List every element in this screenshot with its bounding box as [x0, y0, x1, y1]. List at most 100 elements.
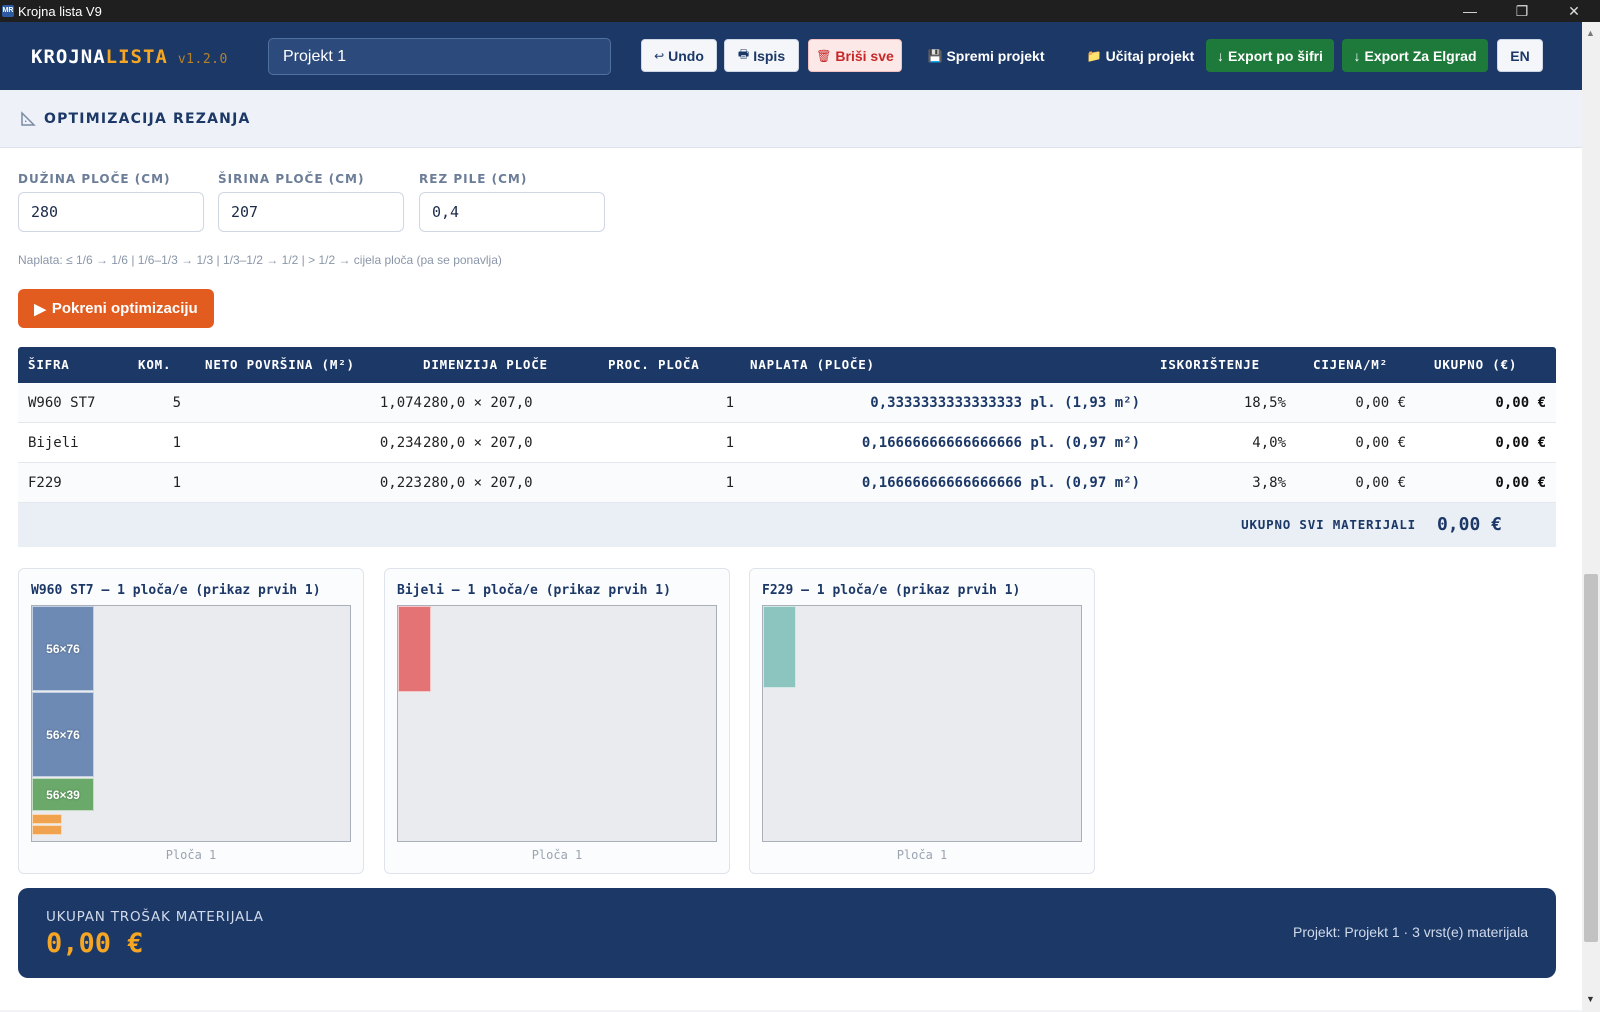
window-titlebar: MR Krojna lista V9 — ❐ ✕ — [0, 0, 1600, 22]
maximize-icon[interactable]: ❐ — [1496, 3, 1548, 20]
plate-label: Ploča 1 — [531, 848, 583, 862]
grand-total-label: UKUPNO SVI MATERIJALI — [1241, 517, 1416, 532]
cutting-layout-card: W960 ST7 — 1 ploča/e (prikaz prvih 1) 56… — [18, 568, 364, 874]
close-icon[interactable]: ✕ — [1548, 3, 1600, 20]
cell-utilization: 3,8% — [1252, 475, 1286, 491]
export-elgrad-label: Export Za Elgrad — [1364, 47, 1477, 64]
window-title: Krojna lista V9 — [18, 3, 102, 19]
export-elgrad-button[interactable]: ↓ Export Za Elgrad — [1342, 39, 1488, 72]
trash-icon: 🗑 — [816, 48, 832, 63]
logo-main: KROJNA — [31, 46, 106, 68]
cell-code: F229 — [28, 475, 62, 491]
cell-board-dim: 280,0 × 207,0 — [423, 395, 533, 411]
logo-accent: LISTA — [105, 46, 168, 68]
table-row: Bijeli 1 0,234 280,0 × 207,0 1 0,1666666… — [18, 423, 1556, 463]
total-cost-label: UKUPAN TROŠAK MATERIJALA — [46, 909, 264, 925]
cell-billing: 0,16666666666666666 pl. (0,97 m²) — [861, 475, 1140, 491]
language-button[interactable]: EN — [1497, 39, 1543, 72]
run-optimization-button[interactable]: ▶ Pokreni optimizaciju — [18, 289, 214, 328]
table-row: F229 1 0,223 280,0 × 207,0 1 0,166666666… — [18, 463, 1556, 503]
board-width-input[interactable] — [218, 192, 404, 232]
cell-utilization: 18,5% — [1243, 395, 1286, 411]
main-content: OPTIMIZACIJA REZANJA DUŽINA PLOČE (CM) Š… — [0, 90, 1582, 1010]
cell-code: Bijeli — [28, 435, 79, 451]
billing-hint: Naplata: ≤ 1/6 → 1/6 | 1/6–1/3 → 1/3 | 1… — [18, 253, 502, 267]
cut-piece — [398, 606, 431, 692]
col-net-area: NETO POVRŠINA (M²) — [205, 357, 355, 372]
cut-piece: 56×76 — [32, 606, 94, 691]
cell-net-area: 0,223 — [379, 475, 422, 491]
grand-total-value: 0,00 € — [1436, 514, 1502, 535]
width-label: ŠIRINA PLOČE (CM) — [218, 172, 365, 186]
section-header: OPTIMIZACIJA REZANJA — [0, 90, 1582, 148]
undo-button[interactable]: ↩ Undo — [641, 39, 717, 72]
board-length-input[interactable] — [18, 192, 204, 232]
floppy-disk-icon: 💾 — [927, 48, 943, 63]
total-cost-value: 0,00 € — [46, 928, 144, 959]
minimize-icon[interactable]: — — [1444, 3, 1496, 19]
total-cost-summary: UKUPAN TROŠAK MATERIJALA 0,00 € Projekt:… — [18, 888, 1556, 978]
cell-total: 0,00 € — [1495, 475, 1546, 491]
print-icon: 🖶 — [737, 47, 750, 61]
cell-board-dim: 280,0 × 207,0 — [423, 475, 533, 491]
print-button[interactable]: 🖶 Ispis — [724, 39, 799, 72]
table-header: ŠIFRA KOM. NETO POVRŠINA (M²) DIMENZIJA … — [18, 347, 1556, 383]
save-project-button[interactable]: 💾 Spremi projekt — [918, 39, 1054, 72]
cell-net-area: 0,234 — [379, 435, 422, 451]
cell-net-area: 1,074 — [379, 395, 422, 411]
cell-billing: 0,3333333333333333 pl. (1,93 m²) — [870, 395, 1140, 411]
col-price: CIJENA/M² — [1313, 357, 1388, 372]
table-row: W960 ST7 5 1,074 280,0 × 207,0 1 0,33333… — [18, 383, 1556, 423]
delete-all-label: Briši sve — [835, 47, 894, 64]
board-preview: 56×76 56×76 56×39 — [31, 605, 351, 842]
scroll-down-icon[interactable]: ▼ — [1586, 994, 1595, 1004]
table-body: W960 ST7 5 1,074 280,0 × 207,0 1 0,33333… — [18, 383, 1556, 503]
cell-price: 0,00 € — [1355, 395, 1406, 411]
delete-all-button[interactable]: 🗑 Briši sve — [808, 39, 902, 72]
card-title: W960 ST7 — 1 ploča/e (prikaz prvih 1) — [31, 583, 321, 598]
col-est-boards: PROC. PLOČA — [608, 357, 700, 372]
folder-icon: 📁 — [1086, 48, 1102, 63]
cell-qty: 1 — [172, 435, 181, 451]
cell-board-dim: 280,0 × 207,0 — [423, 435, 533, 451]
load-project-button[interactable]: 📁 Učitaj projekt — [1069, 39, 1212, 72]
scrollbar-thumb[interactable] — [1584, 574, 1598, 942]
col-qty: KOM. — [138, 357, 172, 372]
cell-utilization: 4,0% — [1252, 435, 1286, 451]
cut-piece — [32, 814, 62, 824]
undo-icon: ↩ — [654, 48, 665, 63]
print-label: Ispis — [753, 47, 786, 64]
app-icon: MR — [2, 5, 14, 17]
play-icon: ▶ — [34, 300, 46, 318]
cell-code: W960 ST7 — [28, 395, 96, 411]
results-table: ŠIFRA KOM. NETO POVRŠINA (M²) DIMENZIJA … — [18, 347, 1556, 547]
cell-est-boards: 1 — [725, 395, 734, 411]
cell-price: 0,00 € — [1355, 435, 1406, 451]
vertical-scrollbar[interactable]: ▲ ▼ — [1582, 22, 1600, 1012]
scroll-up-icon[interactable]: ▲ — [1586, 28, 1595, 38]
col-code: ŠIFRA — [28, 357, 70, 372]
col-total: UKUPNO (€) — [1434, 357, 1518, 372]
project-info: Projekt: Projekt 1 · 3 vrst(e) materijal… — [1293, 924, 1528, 940]
kerf-label: REZ PILE (CM) — [419, 172, 528, 186]
project-name-input[interactable] — [268, 38, 611, 75]
cut-piece: 56×76 — [32, 692, 94, 777]
card-title: F229 — 1 ploča/e (prikaz prvih 1) — [762, 583, 1021, 598]
table-footer: UKUPNO SVI MATERIJALI 0,00 € — [18, 503, 1556, 547]
cutting-layout-card: Bijeli — 1 ploča/e (prikaz prvih 1) Ploč… — [384, 568, 730, 874]
cell-total: 0,00 € — [1495, 435, 1546, 451]
cell-est-boards: 1 — [725, 435, 734, 451]
cell-est-boards: 1 — [725, 475, 734, 491]
run-optimization-label: Pokreni optimizaciju — [51, 300, 198, 317]
cell-price: 0,00 € — [1355, 475, 1406, 491]
length-label: DUŽINA PLOČE (CM) — [18, 172, 171, 186]
cutting-layout-card: F229 — 1 ploča/e (prikaz prvih 1) Ploča … — [749, 568, 1095, 874]
section-title: OPTIMIZACIJA REZANJA — [44, 110, 251, 127]
export-by-code-button[interactable]: ↓ Export po šifri — [1206, 39, 1334, 72]
cell-qty: 1 — [172, 475, 181, 491]
arrow-down-icon: ↓ — [1217, 47, 1225, 64]
saw-kerf-input[interactable] — [419, 192, 605, 232]
board-preview — [762, 605, 1082, 842]
cell-billing: 0,16666666666666666 pl. (0,97 m²) — [861, 435, 1140, 451]
cut-piece: 56×39 — [32, 778, 94, 811]
